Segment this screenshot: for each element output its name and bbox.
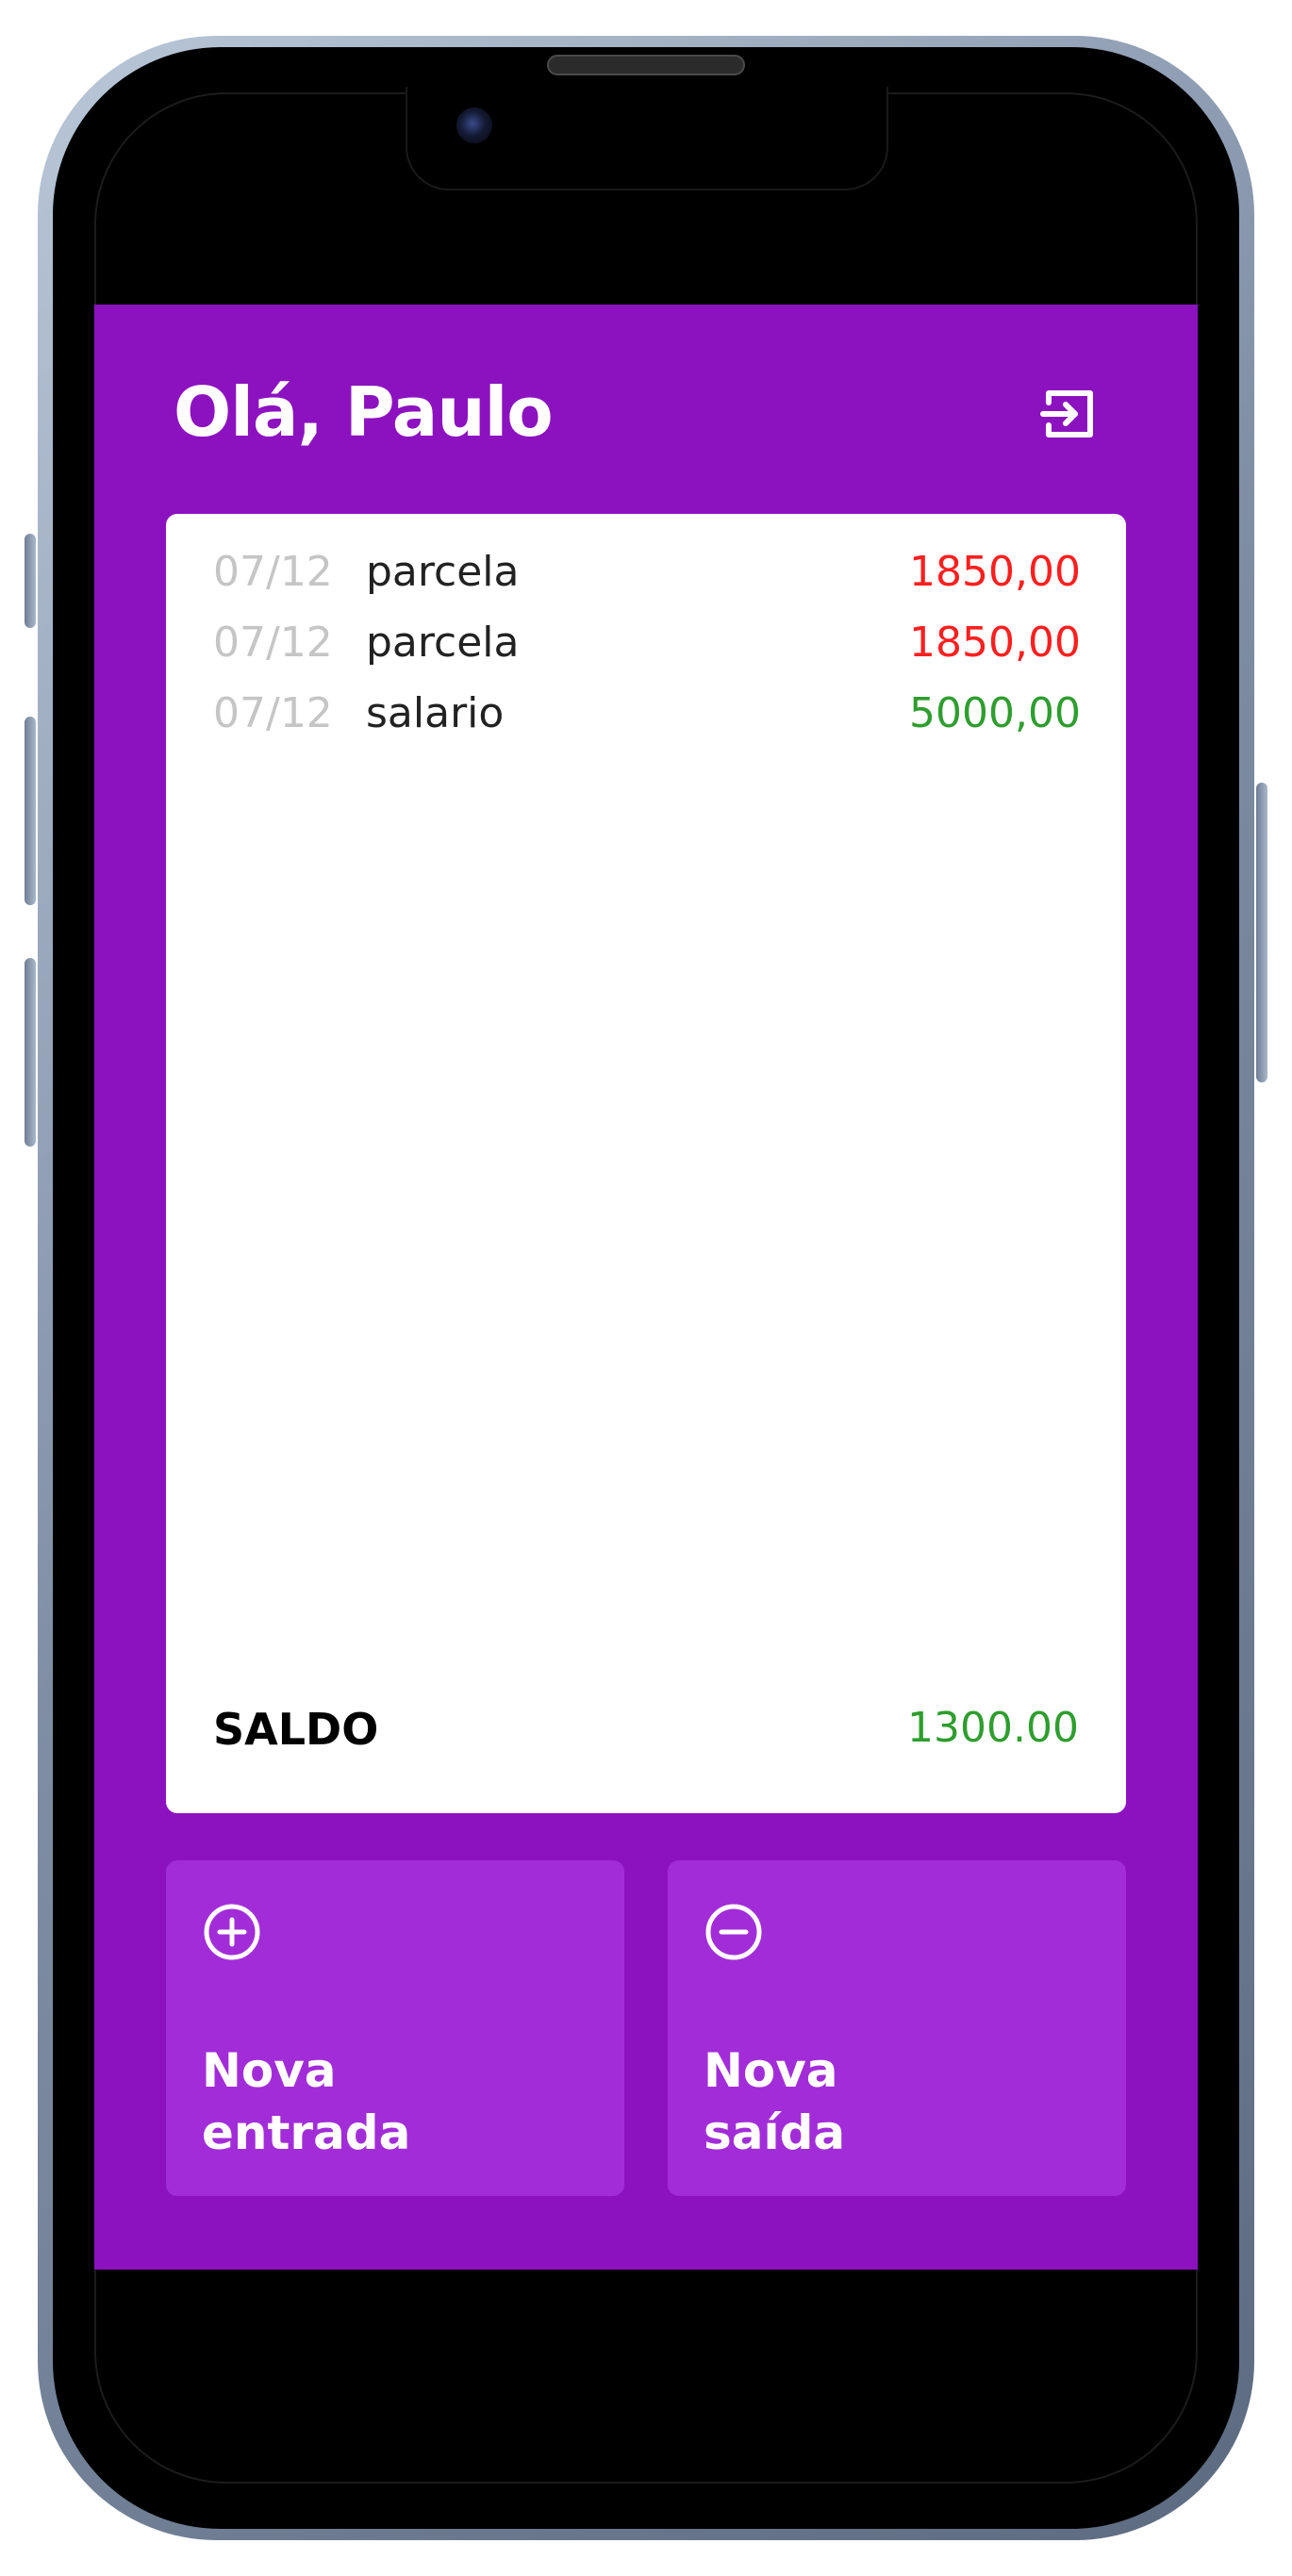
- transaction-amount: 5000,00: [909, 688, 1081, 737]
- greeting-title: Olá, Paulo: [174, 372, 554, 452]
- new-exit-label: Nova saída: [704, 2043, 846, 2160]
- volume-up-button: [25, 717, 36, 905]
- transaction-date: 07/12: [213, 688, 333, 737]
- transaction-amount: 1850,00: [909, 547, 1081, 596]
- transaction-date: 07/12: [213, 547, 333, 596]
- new-entry-label: Nova entrada: [202, 2043, 411, 2160]
- transaction-description: parcela: [366, 547, 520, 596]
- balance-value: 1300.00: [907, 1704, 1079, 1752]
- transactions-panel: 07/12 parcela 1850,00 07/12 parcela 1850…: [166, 514, 1126, 1813]
- transaction-row: 07/12 salario 5000,00: [213, 680, 1081, 746]
- front-camera: [456, 107, 492, 143]
- transaction-date: 07/12: [213, 618, 333, 667]
- power-button: [1256, 783, 1267, 1082]
- volume-down-button: [25, 958, 36, 1147]
- speaker-grille: [547, 55, 745, 75]
- minus-circle-icon: [705, 1904, 762, 1960]
- balance-label: SALDO: [213, 1704, 379, 1755]
- transaction-amount: 1850,00: [909, 618, 1081, 667]
- transaction-row: 07/12 parcela 1850,00: [213, 609, 1081, 675]
- new-exit-button[interactable]: Nova saída: [668, 1860, 1126, 2196]
- new-entry-button[interactable]: Nova entrada: [166, 1860, 624, 2196]
- transaction-row: 07/12 parcela 1850,00: [213, 538, 1081, 604]
- transaction-description: parcela: [366, 618, 520, 667]
- logout-icon[interactable]: [1039, 384, 1100, 444]
- transaction-description: salario: [366, 688, 505, 737]
- plus-circle-icon: [204, 1904, 260, 1960]
- mute-switch: [25, 534, 36, 628]
- app-screen: Olá, Paulo 07/12 parcela 1850,00 07/12 p…: [94, 305, 1198, 2270]
